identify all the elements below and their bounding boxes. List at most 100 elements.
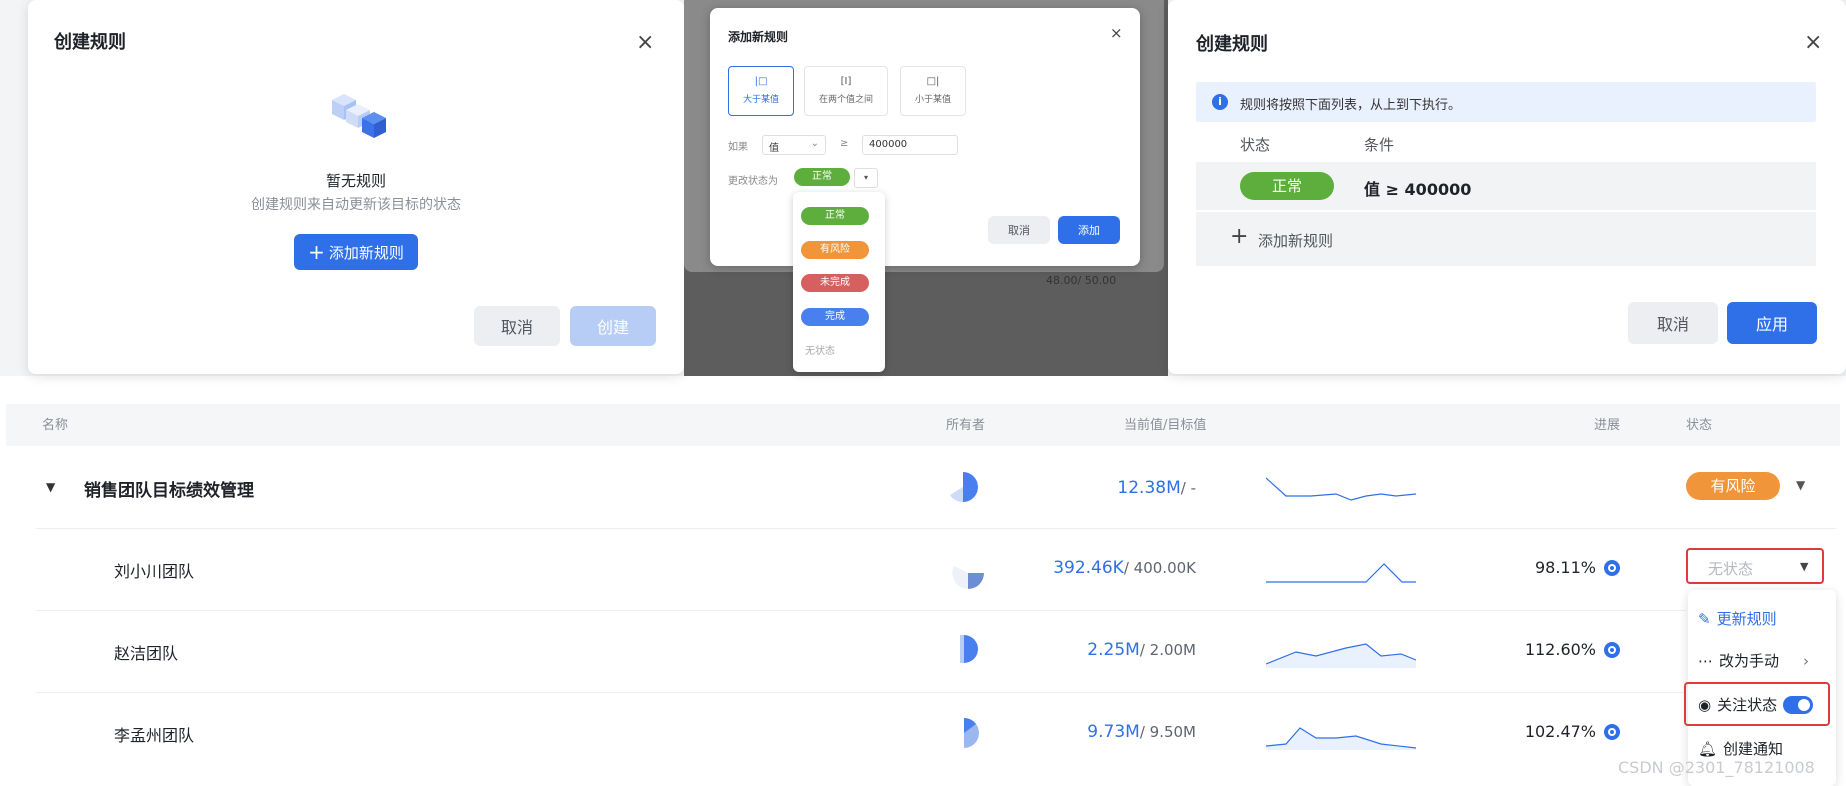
info-banner: i 规则将按照下面列表，从上到下执行。 [1196, 82, 1816, 122]
sparkline [1266, 563, 1416, 583]
rule-condition: 值 ≥ 400000 [1364, 180, 1472, 199]
current-value: 2.25M [1087, 640, 1140, 660]
status-select-value: 无状态 [1708, 560, 1754, 578]
menu-item-label: 创建通知 [1723, 740, 1784, 758]
option-at-risk[interactable]: 有风险 [801, 241, 869, 259]
menu-item-watch-status[interactable]: ◉ 关注状态 [1698, 694, 1814, 715]
create-button[interactable]: 创建 [570, 306, 656, 346]
apply-button[interactable]: 应用 [1727, 302, 1817, 344]
table-header-bg [6, 404, 1840, 446]
add-rule-button[interactable]: + 添加新规则 [294, 234, 418, 270]
cancel-button[interactable]: 取消 [1628, 302, 1718, 344]
header-status: 状态 [1686, 418, 1713, 433]
empty-cubes-icon [332, 94, 386, 138]
option-no-status[interactable]: 无状态 [805, 342, 835, 357]
if-label: 如果 [728, 142, 748, 153]
row-value: 12.38M/ - [1040, 478, 1196, 498]
type-greater-than[interactable]: |□ 大于某值 [728, 66, 794, 116]
watermark: CSDN @2301_78121008 [1618, 758, 1815, 777]
chevron-down-icon: ⌄ [810, 138, 819, 149]
type-less-than[interactable]: □| 小于某值 [900, 66, 966, 116]
type-between[interactable]: [I] 在两个值之间 [804, 66, 888, 116]
empty-desc: 创建规则来自动更新该目标的状态 [251, 197, 461, 213]
selected-status-pill[interactable]: 正常 [794, 168, 850, 186]
progress-ring-icon [1604, 724, 1620, 740]
row-name[interactable]: 刘小川团队 [114, 558, 194, 582]
add-rule-dialog: 添加新规则 × |□ 大于某值 [I] 在两个值之间 □| 小于某值 如果 值 … [710, 8, 1140, 266]
cancel-button[interactable]: 取消 [988, 216, 1050, 244]
rule-status-pill: 正常 [1240, 172, 1334, 200]
current-value: 9.73M [1087, 722, 1140, 742]
current-value: 392.46K [1053, 558, 1124, 578]
status-select-highlight[interactable]: 无状态 ▼ [1686, 548, 1824, 584]
owner-avatar [960, 635, 978, 663]
cancel-button[interactable]: 取消 [474, 306, 560, 346]
menu-item-update-rule[interactable]: ✎ 更新规则 [1698, 608, 1777, 629]
row-divider [36, 610, 1686, 611]
type-label: 小于某值 [914, 95, 951, 105]
plus-icon: + [308, 240, 325, 264]
threshold-input[interactable]: 400000 [862, 135, 958, 155]
add-rule-label: 添加新规则 [328, 243, 404, 262]
owner-avatar [950, 472, 978, 503]
progress-ring-icon [1604, 642, 1620, 658]
owner-avatar [952, 566, 984, 589]
menu-item-create-notification[interactable]: 🔔︎ 创建通知 [1698, 738, 1783, 759]
row-value: 9.73M/ 9.50M [1000, 722, 1196, 742]
col-status: 状态 [1240, 136, 1271, 154]
bell-icon: 🔔︎ [1698, 739, 1718, 758]
field-select[interactable]: 值 ⌄ [762, 135, 826, 155]
chevron-right-icon: › [1803, 651, 1810, 670]
status-badge[interactable]: 有风险 [1686, 472, 1780, 500]
option-incomplete[interactable]: 未完成 [801, 274, 869, 292]
dialog-title: 创建规则 [1196, 34, 1268, 55]
progress-value: 112.60% [1524, 640, 1596, 659]
current-value: 12.38M [1117, 478, 1181, 498]
chevron-down-icon[interactable]: ▼ [1796, 478, 1805, 492]
type-symbol: [I] [840, 76, 852, 87]
plus-icon: + [1230, 224, 1249, 249]
add-rule-label: 添加新规则 [1258, 232, 1334, 250]
add-rule-row[interactable]: + 添加新规则 [1196, 212, 1816, 266]
row-value: 392.46K/ 400.00K [1000, 558, 1196, 578]
create-rule-dialog-empty: 创建规则 × 暂无规则 创建规则来自动更新该目标的状态 + 添加新规则 取消 创… [28, 0, 684, 374]
more-icon: ⋯ [1698, 651, 1713, 670]
progress-value: 98.11% [1534, 558, 1596, 577]
info-text: 规则将按照下面列表，从上到下执行。 [1240, 98, 1462, 113]
close-icon[interactable]: × [636, 32, 654, 54]
eye-icon: ◉ [1698, 695, 1712, 714]
type-label: 在两个值之间 [818, 95, 873, 105]
header-progress: 进展 [1594, 418, 1621, 433]
close-icon[interactable]: × [1804, 32, 1822, 54]
row-divider [36, 692, 1686, 693]
row-name[interactable]: 销售团队目标绩效管理 [84, 476, 254, 501]
status-dropdown-menu: 正常 有风险 未完成 完成 无状态 [793, 192, 885, 372]
watch-toggle[interactable] [1783, 695, 1814, 714]
row-value: 2.25M/ 2.00M [1000, 640, 1196, 660]
type-label: 大于某值 [742, 95, 779, 105]
chevron-down-icon: ▼ [1800, 560, 1809, 573]
menu-item-switch-manual[interactable]: ⋯ 改为手动 › [1698, 650, 1809, 671]
status-actions-menu: ✎ 更新规则 ⋯ 改为手动 › ◉ 关注状态 🔔︎ 创建通知 [1684, 590, 1836, 786]
close-icon[interactable]: × [1110, 26, 1123, 41]
empty-title: 暂无规则 [325, 172, 386, 190]
caret-down-icon[interactable]: ▼ [46, 480, 55, 494]
type-symbol: |□ [754, 76, 768, 87]
status-dropdown-toggle[interactable]: ▾ [854, 168, 878, 188]
rule-row[interactable]: 正常 值 ≥ 400000 [1196, 162, 1816, 210]
row-name[interactable]: 赵洁团队 [114, 640, 178, 664]
sparkline [1266, 727, 1416, 750]
add-button[interactable]: 添加 [1058, 216, 1120, 244]
info-icon: i [1212, 94, 1228, 110]
target-value: / 400.00K [1123, 559, 1196, 577]
option-normal[interactable]: 正常 [801, 207, 869, 225]
option-complete[interactable]: 完成 [801, 308, 869, 326]
progress-value: 102.47% [1524, 722, 1596, 741]
progress-ring-icon [1604, 560, 1620, 576]
row-name[interactable]: 李孟州团队 [114, 722, 194, 746]
menu-item-label: 改为手动 [1719, 652, 1780, 670]
header-value: 当前值/目标值 [1124, 418, 1207, 433]
type-symbol: □| [926, 76, 940, 87]
row-divider [36, 528, 1836, 529]
owner-avatar [964, 718, 979, 748]
